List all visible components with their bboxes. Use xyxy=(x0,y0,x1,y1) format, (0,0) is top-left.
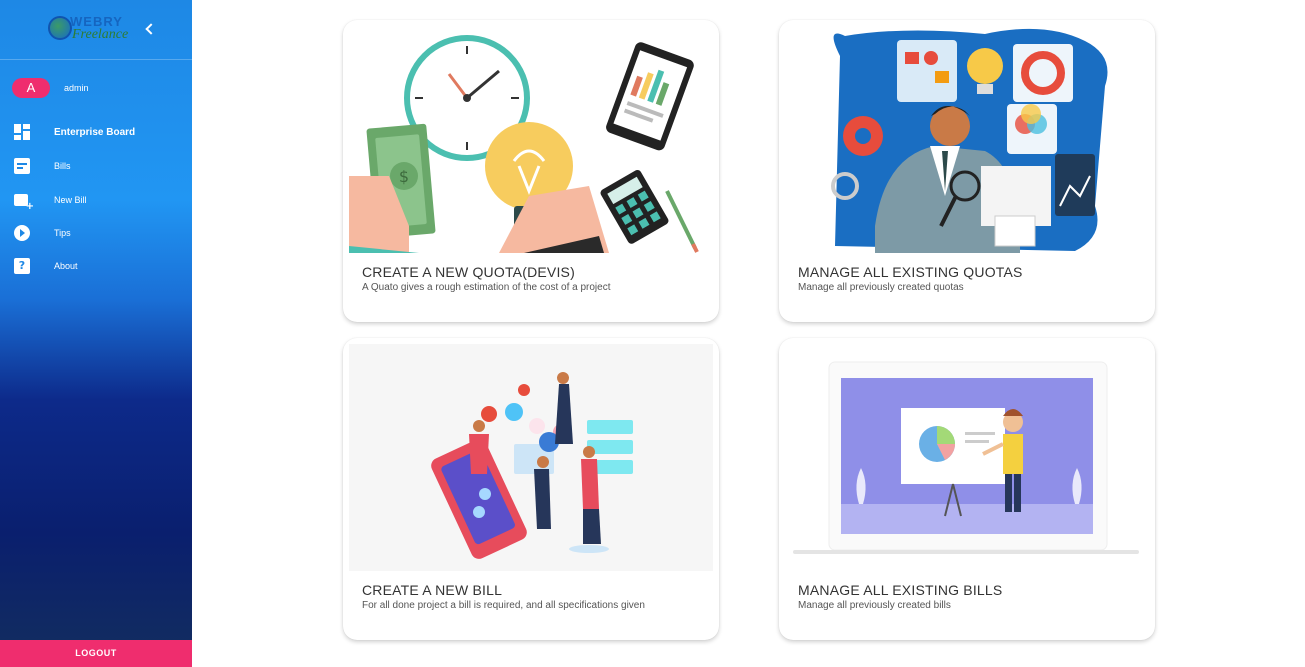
chevron-left-icon[interactable] xyxy=(143,20,157,38)
card-title: CREATE A NEW QUOTA(DEVIS) xyxy=(362,264,575,280)
sidebar-item-label: Tips xyxy=(54,228,71,238)
bill-icon xyxy=(14,158,30,174)
card-title: MANAGE ALL EXISTING BILLS xyxy=(798,582,1003,598)
card-manage-bills[interactable]: MANAGE ALL EXISTING BILLS Manage all pre… xyxy=(779,338,1155,640)
card-subtitle: Manage all previously created quotas xyxy=(798,282,964,293)
manage-quotas-illustration xyxy=(785,26,1149,253)
create-bill-illustration xyxy=(349,344,713,571)
app-logo[interactable]: WEBRY Freelance xyxy=(46,10,132,48)
card-title: CREATE A NEW BILL xyxy=(362,582,503,598)
avatar: A xyxy=(12,78,50,98)
sidebar-item-tips[interactable]: Tips xyxy=(14,224,71,242)
sidebar-item-enterprise-board[interactable]: Enterprise Board xyxy=(14,123,135,141)
card-subtitle: Manage all previously created bills xyxy=(798,600,951,611)
sidebar: WEBRY Freelance A admin Enterprise Board… xyxy=(0,0,192,667)
card-manage-quotas[interactable]: MANAGE ALL EXISTING QUOTAS Manage all pr… xyxy=(779,20,1155,322)
quota-illustration: $ xyxy=(349,26,713,253)
brand-header: WEBRY Freelance xyxy=(0,0,192,60)
user-profile[interactable]: A admin xyxy=(12,78,89,98)
sidebar-item-bills[interactable]: Bills xyxy=(14,157,71,175)
sidebar-item-new-bill[interactable]: New Bill xyxy=(14,191,87,212)
play-circle-icon xyxy=(14,225,30,241)
card-create-quota[interactable]: $ CREATE A NEW QUOTA(DEVIS) A Quato give… xyxy=(343,20,719,322)
sidebar-item-label: Enterprise Board xyxy=(54,126,136,138)
globe-logo-icon xyxy=(48,16,72,40)
sidebar-item-about[interactable]: ? About xyxy=(14,257,78,275)
dashboard-icon xyxy=(14,124,30,140)
sidebar-item-label: About xyxy=(54,261,78,271)
card-create-bill[interactable]: CREATE A NEW BILL For all done project a… xyxy=(343,338,719,640)
sidebar-item-label: New Bill xyxy=(54,195,87,205)
logout-button[interactable]: LOGOUT xyxy=(0,640,192,667)
card-subtitle: A Quato gives a rough estimation of the … xyxy=(362,282,611,293)
sidebar-item-label: Bills xyxy=(54,161,71,171)
manage-bills-illustration xyxy=(785,344,1149,571)
username: admin xyxy=(64,83,89,93)
new-bill-icon xyxy=(14,194,34,212)
card-subtitle: For all done project a bill is required,… xyxy=(362,600,645,611)
logo-text-bottom: Freelance xyxy=(72,27,129,42)
svg-text:$: $ xyxy=(399,167,409,186)
card-title: MANAGE ALL EXISTING QUOTAS xyxy=(798,264,1023,280)
help-icon: ? xyxy=(14,258,30,274)
